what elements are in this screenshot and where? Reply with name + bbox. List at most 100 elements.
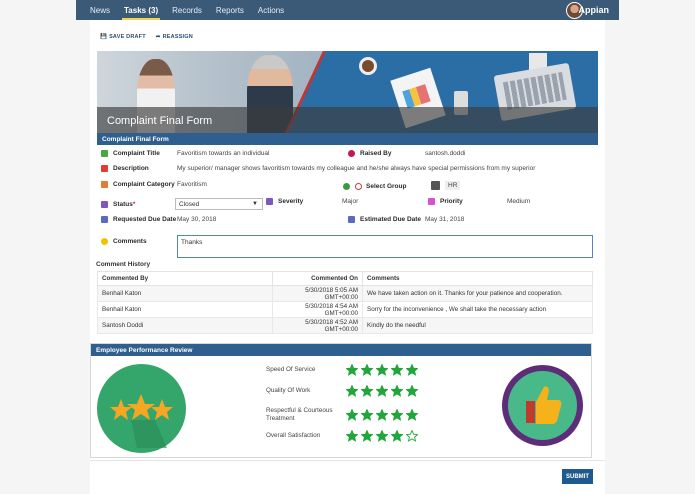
comment-cell: Sorry for the inconvenience , We shall t… [362, 301, 593, 318]
footer-divider [90, 460, 605, 461]
priority-label: Priority [440, 198, 463, 205]
calendar-icon [348, 216, 355, 223]
reassign-label: REASSIGN [162, 34, 193, 40]
rating-speed-of-service: Speed Of Service [266, 363, 419, 376]
rating-respectful-treatment: Respectful & Courteous Treatment [266, 407, 419, 423]
star-filled-icon[interactable] [360, 408, 374, 421]
raised-by-label: Raised By [360, 150, 392, 157]
star-rating[interactable] [345, 408, 419, 421]
star-filled-icon[interactable] [405, 384, 419, 397]
table-row: Benhail Katon 5/30/2018 5:05 AM GMT+00:0… [97, 285, 593, 302]
form-toolbar: 💾 SAVE DRAFT ➦ REASSIGN [100, 34, 193, 40]
severity-field: Severity [266, 198, 303, 205]
rating-label: Quality Of Work [266, 387, 311, 394]
star-filled-icon[interactable] [345, 384, 359, 397]
star-filled-icon[interactable] [360, 429, 374, 442]
star-filled-icon[interactable] [360, 363, 374, 376]
select-group-field: Select Group [343, 183, 406, 190]
commented-on-cell: 5/30/2018 4:52 AM GMT+00:00 [272, 317, 363, 334]
status-dropdown[interactable]: Closed ▼ [175, 198, 263, 210]
select-group-chip[interactable]: HR [431, 181, 461, 190]
estimated-due-date-field: Estimated Due Date [348, 216, 421, 223]
performance-review-panel: Employee Performance Review Speed Of Ser… [90, 343, 592, 458]
list-icon [266, 198, 273, 205]
complaint-category-field: Complaint Category [101, 181, 175, 188]
comment-cell: Kindly do the needful [362, 317, 593, 334]
header-banner-image: Complaint Final Form [97, 51, 598, 133]
star-filled-icon[interactable] [360, 384, 374, 397]
rating-label: Speed Of Service [266, 366, 316, 373]
commented-on-cell: 5/30/2018 4:54 AM GMT+00:00 [272, 301, 363, 318]
status-selected-value: Closed [179, 200, 200, 208]
commented-by-cell: Benhail Katon [97, 301, 273, 318]
complaint-title-value: Favoritism towards an individual [177, 150, 270, 157]
star-filled-icon[interactable] [390, 384, 404, 397]
estimated-due-date-value: May 31, 2018 [425, 216, 465, 223]
group-avatar-icon [431, 181, 440, 190]
star-filled-icon[interactable] [390, 429, 404, 442]
star-filled-icon[interactable] [375, 429, 389, 442]
comments-textarea[interactable]: Thanks [177, 235, 593, 258]
severity-value: Major [342, 198, 359, 205]
search-icon[interactable] [355, 183, 362, 190]
star-rating[interactable] [345, 429, 419, 442]
select-group-label: Select Group [366, 183, 407, 190]
star-rating[interactable] [345, 363, 419, 376]
rating-quality-of-work: Quality Of Work [266, 384, 419, 397]
star-filled-icon[interactable] [375, 384, 389, 397]
star-filled-icon[interactable] [345, 408, 359, 421]
star-filled-icon[interactable] [375, 408, 389, 421]
person-icon [348, 150, 355, 157]
save-draft-button[interactable]: 💾 SAVE DRAFT [100, 34, 146, 40]
calendar-icon [101, 216, 108, 223]
comment-bubble-icon [101, 238, 108, 245]
brand-logo: Appian [578, 5, 610, 15]
tab-tasks[interactable]: Tasks (3) [122, 0, 161, 20]
star-filled-icon[interactable] [345, 429, 359, 442]
tab-actions[interactable]: Actions [258, 0, 284, 20]
star-filled-icon[interactable] [345, 363, 359, 376]
list-icon [101, 201, 108, 208]
star-empty-icon[interactable] [405, 429, 419, 442]
star-filled-icon[interactable] [375, 363, 389, 376]
form-page: 💾 SAVE DRAFT ➦ REASSIGN Complaint Final Fo… [90, 20, 605, 494]
performance-review-header: Employee Performance Review [91, 344, 591, 356]
priority-field: Priority [428, 198, 463, 205]
comment-cell: We have taken action on it. Thanks for y… [362, 285, 593, 302]
star-filled-icon[interactable] [405, 408, 419, 421]
list-icon [428, 198, 435, 205]
group-icon [343, 183, 350, 190]
estimated-due-date-label: Estimated Due Date [360, 216, 422, 223]
raised-by-field: Raised By [348, 150, 391, 157]
complaint-title-field: Complaint Title [101, 150, 160, 157]
save-icon: 💾 [100, 34, 108, 40]
col-commented-by: Commented By [97, 271, 273, 286]
banner-title: Complaint Final Form [107, 115, 213, 127]
reassign-arrow-icon: ➦ [155, 34, 161, 40]
status-field: Status * [101, 201, 135, 208]
requested-due-date-value: May 30, 2018 [177, 216, 217, 223]
col-commented-on: Commented On [272, 271, 363, 286]
select-group-value: HR [445, 181, 461, 190]
form-section-header: Complaint Final Form [97, 133, 598, 145]
col-comments: Comments [362, 271, 593, 286]
comment-history-title: Comment History [96, 261, 151, 268]
star-filled-icon[interactable] [405, 363, 419, 376]
submit-button[interactable]: SUBMIT [562, 469, 593, 484]
reassign-button[interactable]: ➦ REASSIGN [156, 34, 193, 40]
comment-history-table: Commented By Commented On Comments Benha… [97, 271, 593, 334]
requested-due-date-label: Requested Due Date [113, 216, 177, 223]
star-filled-icon[interactable] [390, 363, 404, 376]
rating-label: Respectful & Courteous Treatment [266, 407, 333, 422]
star-rating[interactable] [345, 384, 419, 397]
tab-reports[interactable]: Reports [216, 0, 244, 20]
table-row: Benhail Katon 5/30/2018 4:54 AM GMT+00:0… [97, 301, 593, 318]
requested-due-date-field: Requested Due Date [101, 216, 176, 223]
chevron-down-icon: ▼ [252, 201, 258, 207]
star-filled-icon[interactable] [390, 408, 404, 421]
tab-records[interactable]: Records [172, 0, 202, 20]
required-marker: * [132, 201, 136, 208]
coffee-cup-icon [359, 57, 377, 75]
tab-news[interactable]: News [90, 0, 110, 20]
rating-label: Overall Satisfaction [266, 432, 321, 439]
